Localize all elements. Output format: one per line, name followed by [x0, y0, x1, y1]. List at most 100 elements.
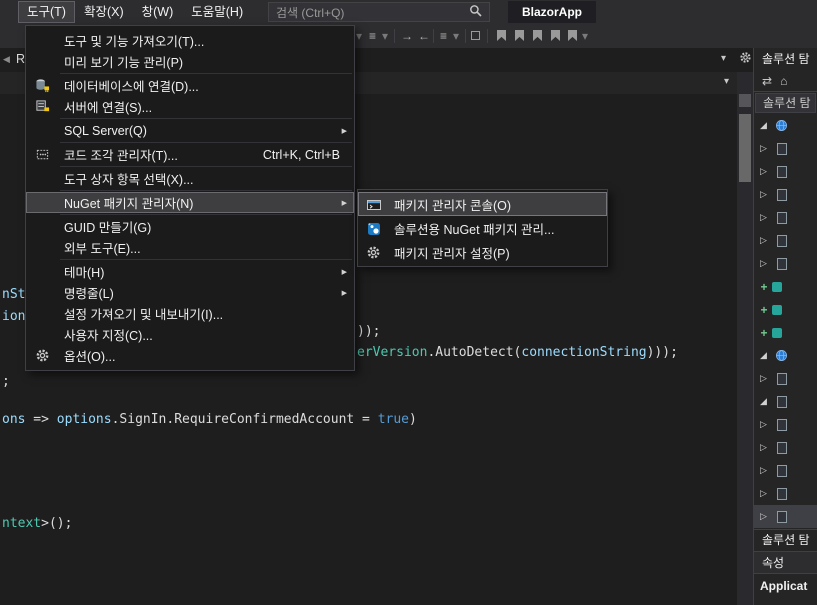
tree-item-selected[interactable]: ▷ — [754, 505, 817, 528]
tree-item-added-file[interactable]: + — [754, 321, 817, 344]
tree-item[interactable]: ▷ — [754, 413, 817, 436]
menu-item-customize[interactable]: 사용자 지정(C)... — [26, 324, 354, 345]
menu-item-connect-to-server[interactable]: 서버에 연결(S)... — [26, 96, 354, 117]
expand-arrow-icon[interactable]: ◢ — [757, 120, 770, 131]
tree-item[interactable]: ▷ — [754, 436, 817, 459]
dropdown-arrow-icon[interactable]: ▾ — [453, 28, 459, 44]
collapse-arrow-icon[interactable]: ▷ — [757, 465, 770, 476]
menu-item-manage-nuget-packages-for-solution[interactable]: 솔루션용 NuGet 패키지 관리... — [358, 216, 607, 240]
menu-item-external-tools[interactable]: 외부 도구(E)... — [26, 237, 354, 258]
nav-back-icon[interactable]: ← — [418, 28, 430, 44]
menu-item-sql-server[interactable]: SQL Server(Q) ▶ — [26, 120, 354, 141]
list-icon[interactable]: ≡ — [369, 28, 376, 44]
nuget-submenu: 패키지 관리자 콘솔(O) 솔루션용 NuGet 패키지 관리... 패키지 관… — [357, 189, 608, 267]
menu-item-choose-toolbox-items[interactable]: 도구 상자 항목 선택(X)... — [26, 168, 354, 189]
tree-item[interactable]: ▷ — [754, 206, 817, 229]
editor-vertical-scrollbar[interactable] — [737, 72, 753, 605]
chevron-down-icon[interactable]: ▾ — [724, 76, 729, 87]
menu-separator — [60, 259, 352, 260]
collapse-arrow-icon[interactable]: ▷ — [757, 511, 770, 522]
bookmark-next-icon[interactable] — [533, 30, 542, 41]
menubar-item-extensions[interactable]: 확장(X) — [75, 1, 133, 23]
menu-item-manage-preview-features[interactable]: 미리 보기 기능 관리(P) — [26, 51, 354, 72]
tab-solution-explorer[interactable]: 솔루션 탐 — [754, 529, 817, 551]
menu-item-get-tools-features[interactable]: 도구 및 기능 가져오기(T)... — [26, 30, 354, 51]
tree-item[interactable]: ▷ — [754, 252, 817, 275]
submenu-arrow-icon: ▶ — [341, 199, 347, 207]
menu-item-theme[interactable]: 테마(H) ▶ — [26, 261, 354, 282]
pending-add-icon: + — [760, 279, 768, 294]
properties-panel-title[interactable]: 속성 — [754, 551, 817, 573]
collapse-arrow-icon[interactable]: ▷ — [757, 189, 770, 200]
menu-item-label: 사용자 지정(C)... — [64, 329, 153, 343]
collapse-arrow-icon[interactable]: ▷ — [757, 419, 770, 430]
file-icon — [777, 165, 787, 178]
scrollbar-thumb[interactable] — [739, 114, 751, 182]
expand-arrow-icon[interactable]: ◢ — [757, 350, 770, 361]
expand-arrow-icon[interactable]: ◢ — [757, 396, 770, 407]
menu-item-package-manager-settings[interactable]: 패키지 관리자 설정(P) — [358, 240, 607, 264]
menubar-item-window[interactable]: 창(W) — [133, 1, 183, 23]
tree-item[interactable]: ▷ — [754, 459, 817, 482]
bookmark-folder-icon[interactable] — [551, 30, 560, 41]
quick-search-box[interactable]: 검색 (Ctrl+Q) — [268, 2, 490, 22]
document-tab[interactable]: R — [16, 52, 25, 66]
menu-item-package-manager-console[interactable]: 패키지 관리자 콘솔(O) — [358, 192, 607, 216]
menu-item-create-guid[interactable]: GUID 만들기(G) — [26, 216, 354, 237]
menu-item-label: 서버에 연결(S)... — [64, 101, 153, 115]
file-icon — [777, 395, 787, 408]
menu-item-label: 외부 도구(E)... — [64, 242, 141, 256]
menu-item-label: 테마(H) — [64, 266, 105, 280]
tree-item-added-file[interactable]: + — [754, 298, 817, 321]
menu-item-connect-to-database[interactable]: 데이터베이스에 연결(D)... — [26, 75, 354, 96]
collapse-arrow-icon[interactable]: ▷ — [757, 212, 770, 223]
box-icon[interactable] — [471, 31, 480, 40]
tree-item-added-file[interactable]: + — [754, 275, 817, 298]
dropdown-arrow-icon[interactable]: ▾ — [582, 28, 588, 44]
list-icon[interactable]: ≡ — [440, 28, 447, 44]
bookmark-icon[interactable] — [497, 30, 506, 41]
solution-explorer-title[interactable]: 솔루션 탐 — [754, 48, 817, 70]
menu-item-code-snippets-manager[interactable]: 코드 조각 관리자(T)... Ctrl+K, Ctrl+B — [26, 144, 354, 165]
collapse-arrow-icon[interactable]: ▷ — [757, 488, 770, 499]
tree-item[interactable]: ▷ — [754, 229, 817, 252]
chevron-down-icon[interactable]: ▾ — [721, 53, 726, 64]
search-icon[interactable] — [469, 4, 482, 20]
menubar-item-help[interactable]: 도움말(H) — [182, 1, 252, 23]
sync-icon[interactable]: ⇄ — [762, 74, 772, 88]
collapse-arrow-icon[interactable]: ▷ — [757, 235, 770, 246]
bookmark-clear-icon[interactable] — [568, 30, 577, 41]
tree-item[interactable]: ▷ — [754, 137, 817, 160]
gear-icon[interactable] — [739, 51, 752, 67]
solution-explorer-panel: 솔루션 탐 ⇄ ⌂ 솔루션 탐 ◢ ▷ ▷ ▷ ▷ ▷ ▷ + + + ◢ ▷ … — [753, 48, 817, 605]
tree-item[interactable]: ▷ — [754, 482, 817, 505]
tab-scroll-left-icon[interactable]: ◀ — [3, 54, 10, 65]
collapse-arrow-icon[interactable]: ▷ — [757, 373, 770, 384]
tree-item-project[interactable]: ◢ — [754, 344, 817, 367]
tree-item-project[interactable]: ◢ — [754, 114, 817, 137]
collapse-arrow-icon[interactable]: ▷ — [757, 143, 770, 154]
collapse-arrow-icon[interactable]: ▷ — [757, 166, 770, 177]
tree-item[interactable]: ▷ — [754, 160, 817, 183]
collapse-arrow-icon[interactable]: ▷ — [757, 258, 770, 269]
menu-item-nuget-package-manager[interactable]: NuGet 패키지 관리자(N) ▶ — [26, 192, 354, 213]
menubar-item-tools[interactable]: 도구(T) — [18, 1, 75, 23]
menu-item-label: NuGet 패키지 관리자(N) — [64, 197, 194, 211]
solution-explorer-search[interactable]: 솔루션 탐 — [755, 93, 816, 113]
home-icon[interactable]: ⌂ — [780, 74, 787, 88]
menu-item-command-line[interactable]: 명령줄(L) ▶ — [26, 282, 354, 303]
tree-item[interactable]: ◢ — [754, 390, 817, 413]
menu-item-options[interactable]: 옵션(O)... — [26, 345, 354, 366]
bookmark-previous-icon[interactable] — [515, 30, 524, 41]
dropdown-arrow-icon[interactable]: ▾ — [356, 28, 362, 44]
tree-item[interactable]: ▷ — [754, 367, 817, 390]
menu-item-label: SQL Server(Q) — [64, 123, 147, 138]
scroll-marker[interactable] — [739, 94, 751, 107]
nav-forward-icon[interactable]: → — [401, 28, 413, 44]
gear-icon — [365, 244, 382, 261]
collapse-arrow-icon[interactable]: ▷ — [757, 442, 770, 453]
dropdown-arrow-icon[interactable]: ▾ — [382, 28, 388, 44]
menu-separator — [60, 190, 352, 191]
tree-item[interactable]: ▷ — [754, 183, 817, 206]
menu-item-import-export-settings[interactable]: 설정 가져오기 및 내보내기(I)... — [26, 303, 354, 324]
